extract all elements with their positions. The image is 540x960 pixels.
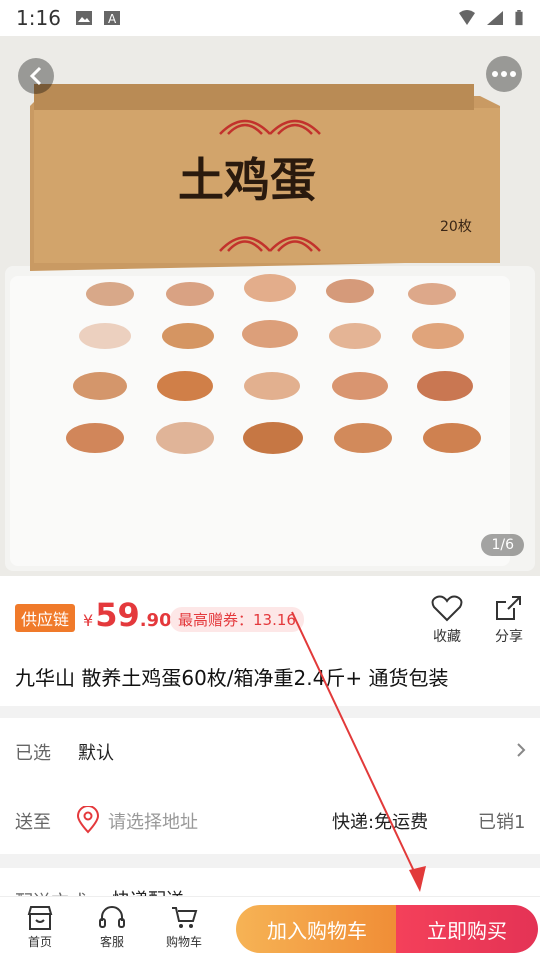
coupon-badge[interactable]: 最高赠券：13.16 [170, 607, 304, 632]
home-label: 首页 [27, 935, 52, 949]
add-to-cart-button[interactable]: 加入购物车 [236, 905, 398, 953]
home-nav-button[interactable]: 首页 [10, 905, 70, 950]
cart-icon [172, 907, 198, 928]
more-button[interactable] [486, 56, 522, 92]
sold-count: 已销1 [478, 812, 526, 833]
box-label-text: 土鸡蛋 [178, 153, 316, 207]
location-pin-icon [76, 806, 100, 834]
battery-icon [515, 10, 523, 26]
share-icon [496, 596, 521, 620]
currency-symbol: ¥ [83, 611, 94, 630]
share-button[interactable]: 分享 [479, 594, 539, 646]
selected-value: 默认 [78, 743, 114, 764]
chevron-right-icon [517, 743, 526, 757]
status-time: 1:16 [16, 6, 61, 30]
share-label: 分享 [495, 629, 523, 645]
cart-label: 购物车 [165, 935, 202, 949]
product-photo: 土鸡蛋 20枚 [0, 36, 540, 576]
status-bar: 1:16 A [0, 0, 540, 36]
font-notification-icon: A [103, 11, 120, 26]
box-count-text: 20枚 [440, 219, 472, 235]
selected-label: 已选 [15, 743, 51, 764]
price-panel: 供应链 ¥ 59 .90 最高赠券：13.16 收藏 分享 九华山 散养土鸡蛋6… [0, 576, 540, 706]
wifi-icon [459, 10, 475, 25]
chevron-left-icon [29, 66, 42, 86]
heart-icon [431, 595, 463, 622]
buy-now-button[interactable]: 立即购买 [396, 905, 538, 953]
headset-icon [99, 906, 125, 928]
signal-icon [487, 11, 503, 25]
price: ¥ 59 .90 [83, 596, 172, 634]
price-decimal: .90 [139, 610, 172, 631]
supply-chain-tag: 供应链 [15, 604, 76, 632]
svg-text:A: A [108, 12, 117, 26]
more-dots-icon [492, 71, 516, 77]
delivery-method-value: 快递配送 [112, 886, 184, 896]
delivery-row[interactable]: 送至 请选择地址 快递:免运费 已销1 [0, 782, 540, 854]
service-label: 客服 [99, 935, 124, 949]
bottom-action-bar: 首页 客服 购物车 加入购物车 立即购买 [0, 896, 540, 960]
cart-nav-button[interactable]: 购物车 [154, 905, 214, 950]
shipping-info: 快递:免运费 [332, 812, 429, 833]
selected-spec-row[interactable]: 已选 默认 [0, 718, 540, 782]
product-title: 九华山 散养土鸡蛋60枚/箱净重2.4斤+ 通货包装 [15, 666, 449, 690]
delivery-method-label: 配送方式 [15, 888, 87, 896]
back-button[interactable] [18, 58, 54, 94]
product-image-carousel[interactable]: 土鸡蛋 20枚 1/6 [0, 36, 540, 576]
ship-to-label: 送至 [15, 812, 51, 833]
favorite-label: 收藏 [433, 629, 461, 645]
price-integer: 59 [95, 596, 140, 634]
service-nav-button[interactable]: 客服 [82, 905, 142, 950]
address-placeholder[interactable]: 请选择地址 [108, 808, 198, 834]
image-pager: 1/6 [481, 534, 524, 556]
delivery-method-row[interactable]: 配送方式 快递配送 [0, 868, 540, 896]
store-icon [27, 906, 53, 930]
favorite-button[interactable]: 收藏 [417, 594, 477, 646]
image-notification-icon [75, 11, 92, 25]
